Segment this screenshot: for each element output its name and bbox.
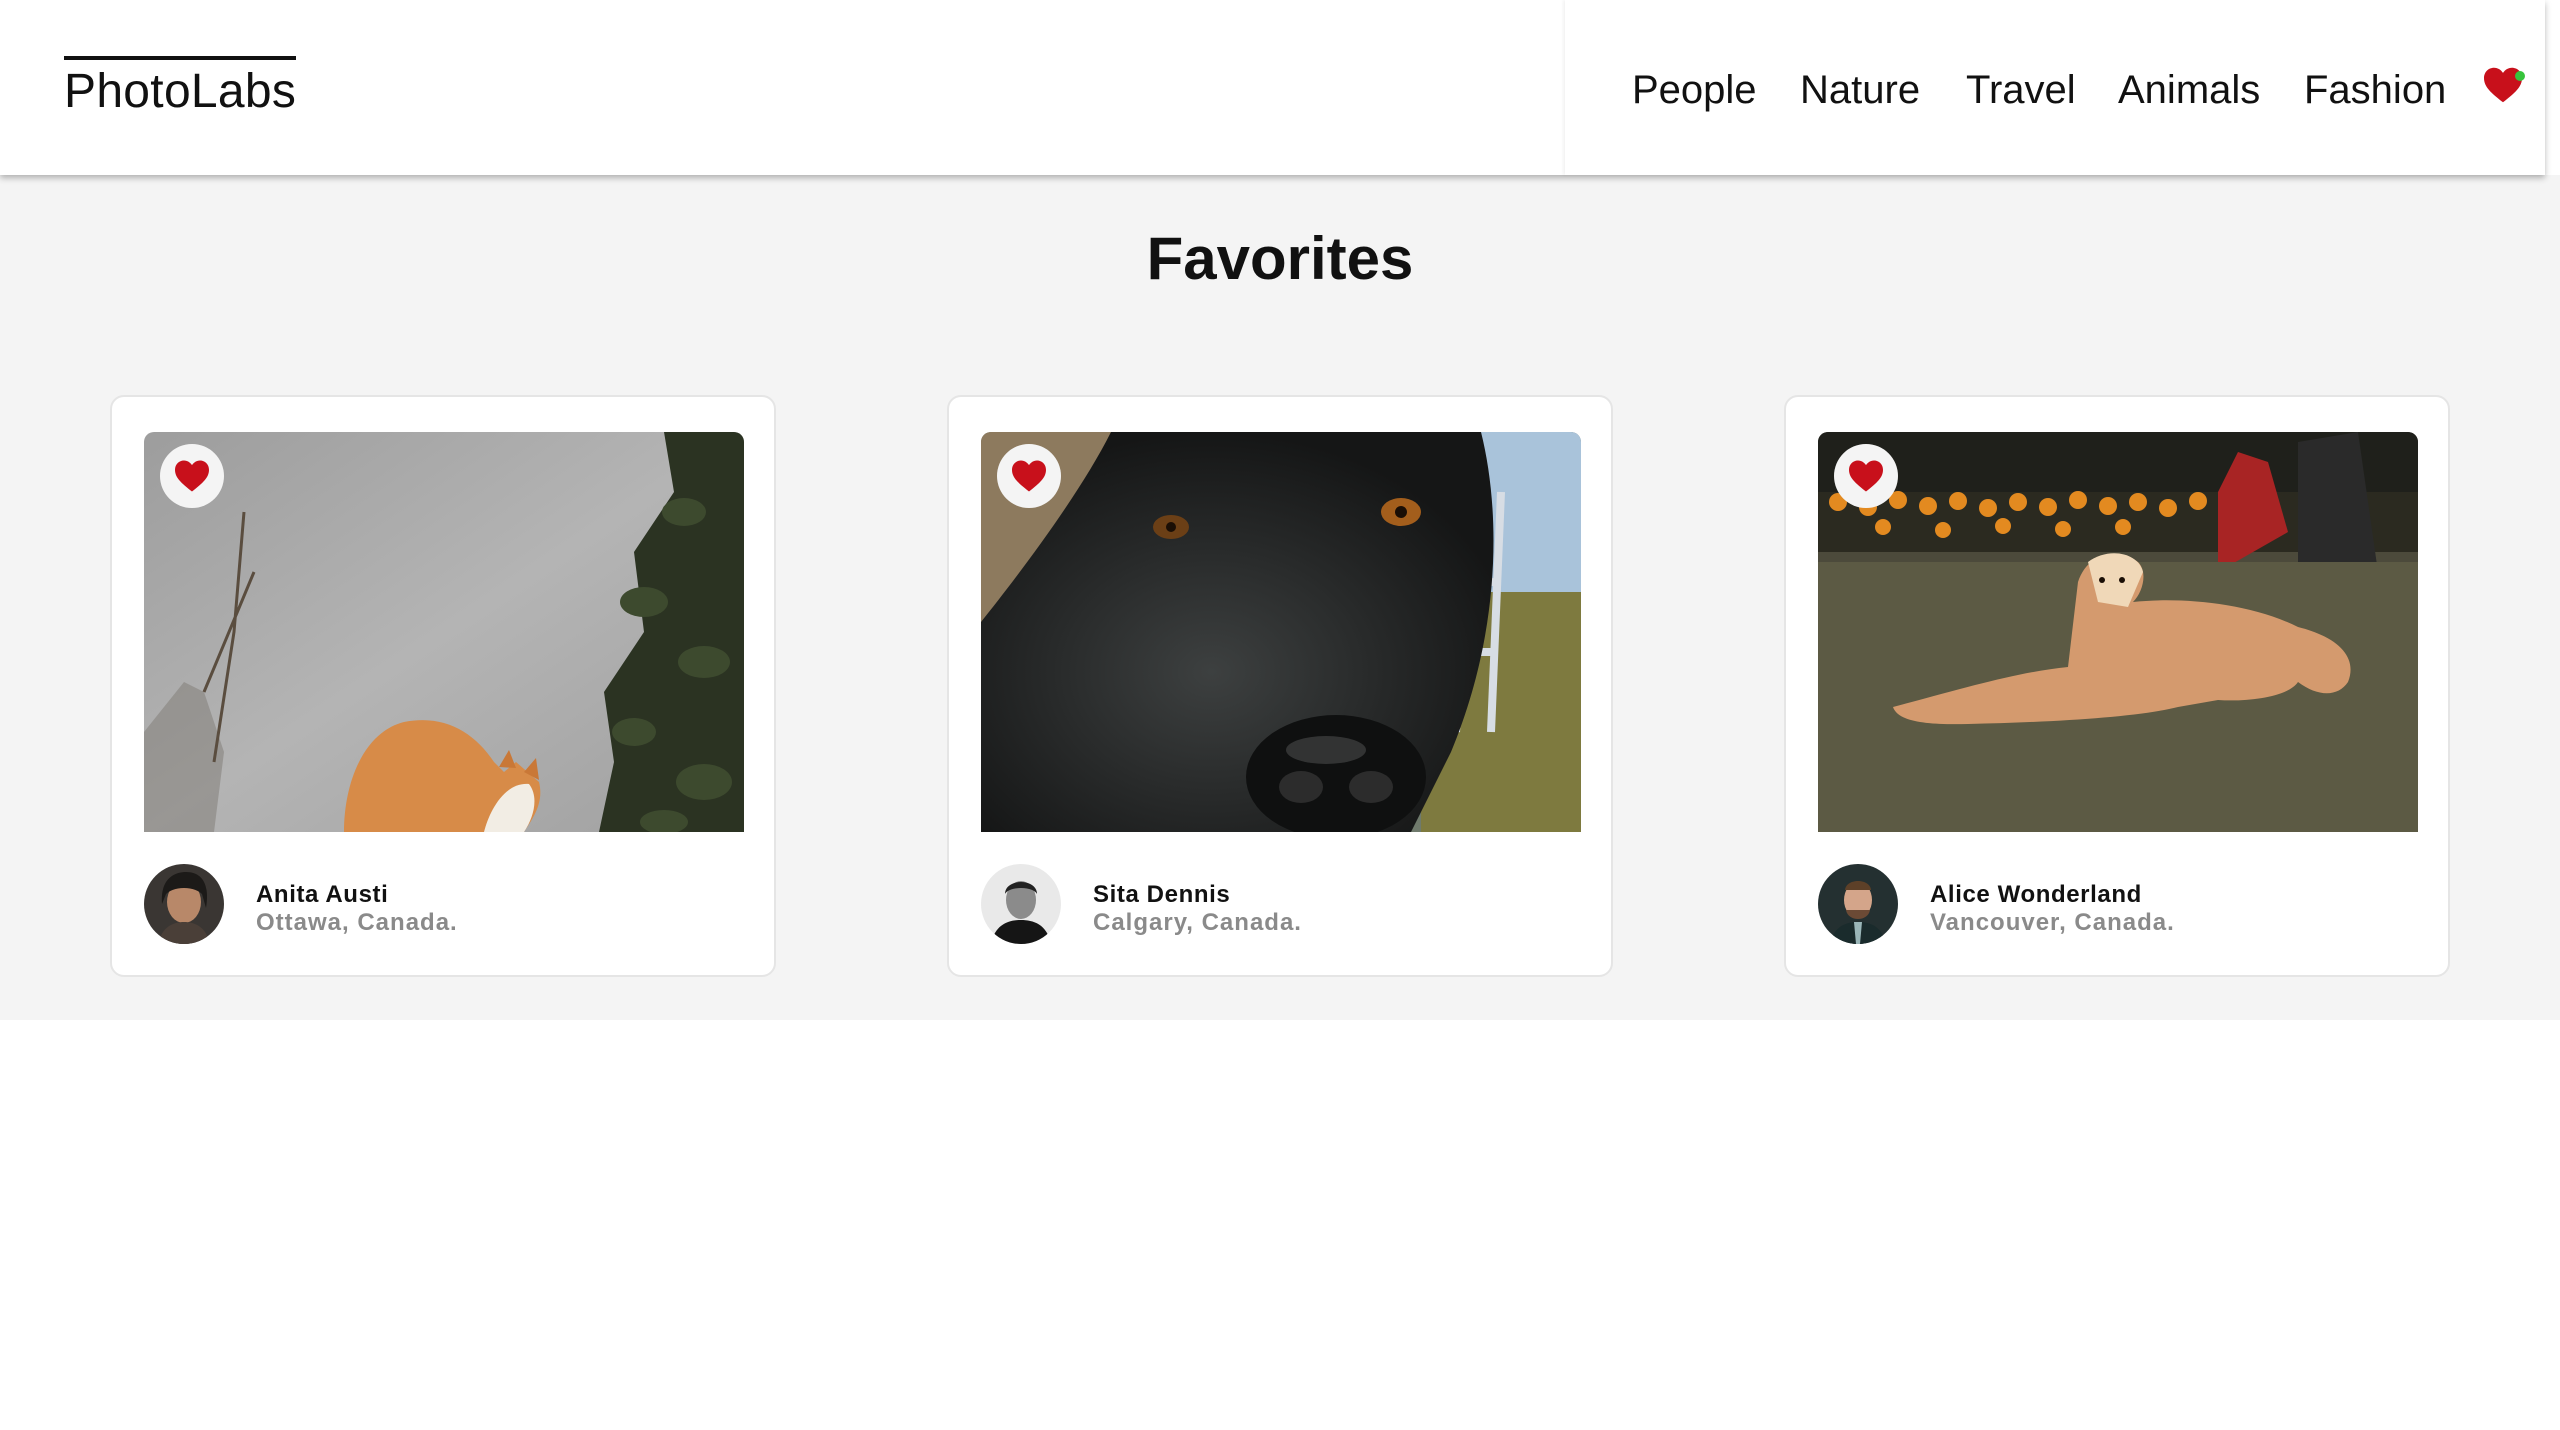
user-location: Calgary, Canada. — [1093, 909, 1302, 936]
photo-card[interactable]: Sita Dennis Calgary, Canada. — [947, 395, 1613, 977]
photo-image[interactable] — [144, 432, 744, 832]
heart-icon — [1012, 460, 1046, 492]
photo-image[interactable] — [1818, 432, 2418, 832]
favorite-button[interactable] — [160, 444, 224, 508]
user-name: Anita Austi — [256, 881, 389, 908]
photo-card[interactable]: Anita Austi Ottawa, Canada. — [110, 395, 776, 977]
topic-nature[interactable]: Nature — [1800, 62, 1920, 118]
favorites-button[interactable] — [2482, 66, 2528, 106]
user-name: Sita Dennis — [1093, 881, 1231, 908]
top-navigation-bar: PhotoLabs People Nature Travel Animals F… — [0, 0, 2545, 175]
app-logo[interactable]: PhotoLabs — [64, 56, 297, 120]
avatar — [144, 864, 224, 944]
avatar — [981, 864, 1061, 944]
favorites-page: Favorites Anita Austi Ottawa, Canada. Si… — [0, 175, 2560, 1020]
user-location: Vancouver, Canada. — [1930, 909, 2175, 936]
favorite-button[interactable] — [1834, 444, 1898, 508]
heart-icon — [1849, 460, 1883, 492]
favorite-button[interactable] — [997, 444, 1061, 508]
topic-animals[interactable]: Animals — [2118, 62, 2260, 118]
user-location: Ottawa, Canada. — [256, 909, 458, 936]
photo-card[interactable]: Alice Wonderland Vancouver, Canada. — [1784, 395, 2450, 977]
heart-icon — [175, 460, 209, 492]
topic-fashion[interactable]: Fashion — [2304, 62, 2446, 118]
topic-people[interactable]: People — [1632, 62, 1757, 118]
user-name: Alice Wonderland — [1930, 881, 2142, 908]
favorites-notification-dot — [2515, 71, 2525, 81]
photo-image[interactable] — [981, 432, 1581, 832]
avatar — [1818, 864, 1898, 944]
topic-travel[interactable]: Travel — [1966, 62, 2076, 118]
page-title: Favorites — [1146, 225, 1414, 292]
